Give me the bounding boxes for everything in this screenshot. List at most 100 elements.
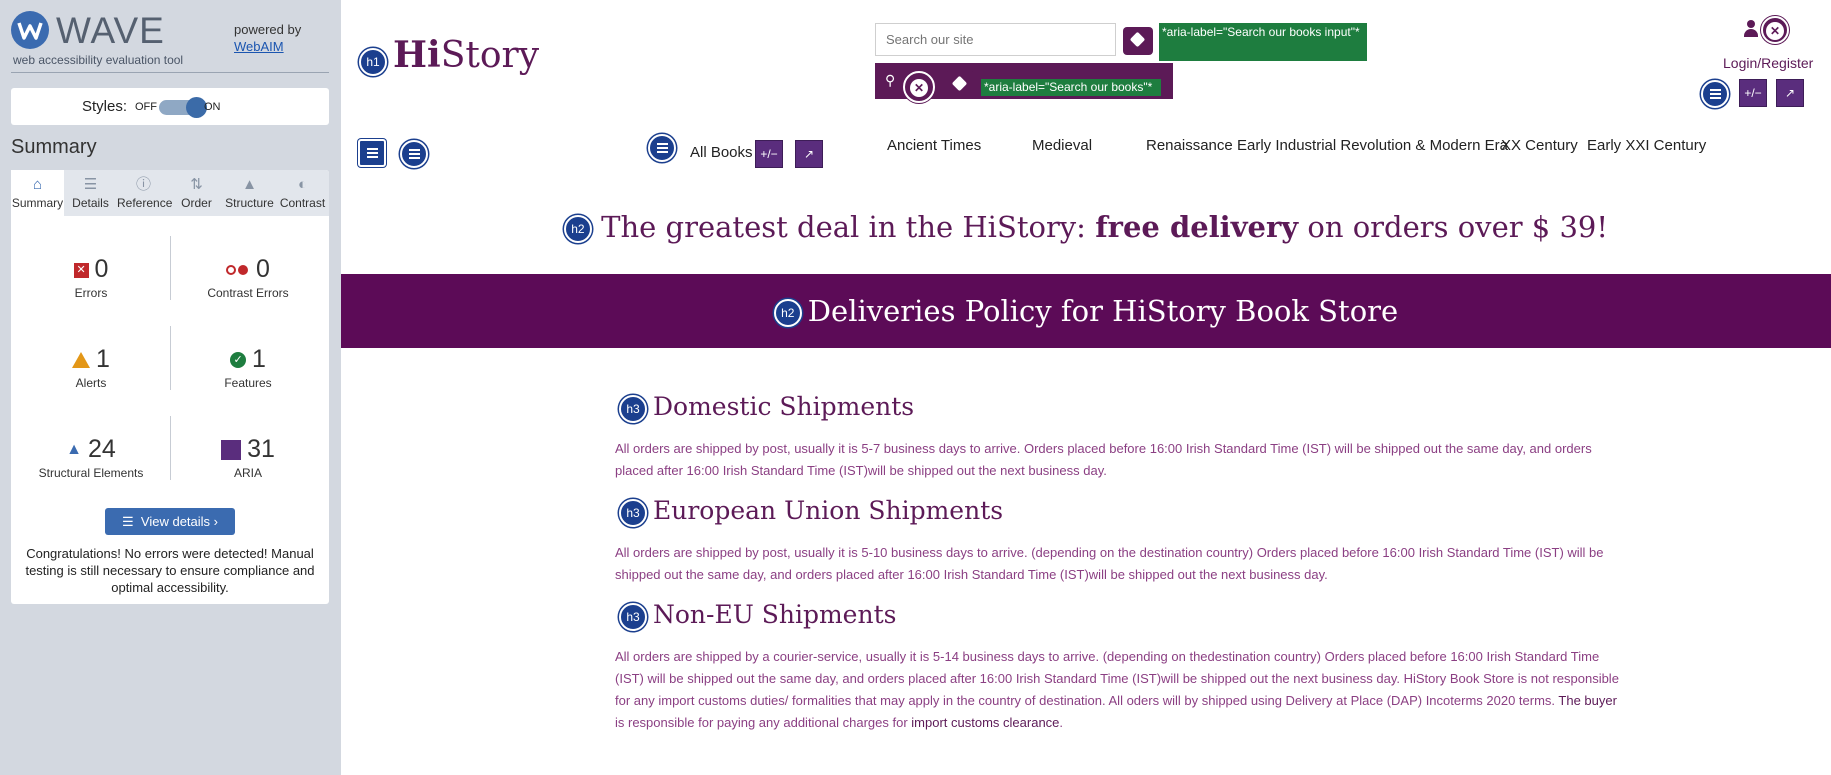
- alerts-label: Alerts: [75, 376, 107, 390]
- contrast-errors-label: Contrast Errors: [207, 286, 289, 300]
- wave-sidebar: WAVE web accessibility evaluation tool p…: [0, 0, 341, 775]
- error-close-icon: ✕: [903, 71, 935, 103]
- list-icon: [400, 140, 428, 168]
- metric-alerts: 1 Alerts: [21, 344, 161, 390]
- contrast-errors-count: 0: [256, 255, 270, 283]
- aria-label-annotation: *aria-label="Search our books input"*: [1159, 23, 1367, 61]
- tab-summary[interactable]: ⌂ Summary: [11, 170, 64, 216]
- view-details-button[interactable]: ☰ View details ›: [105, 508, 235, 535]
- webaim-link[interactable]: WebAIM: [234, 39, 284, 54]
- text-part: All orders are shipped by a courier-serv…: [615, 649, 1619, 708]
- section-heading-non-eu: h3 Non-EU Shipments: [619, 600, 896, 631]
- nav-renaissance[interactable]: Renaissance: [1146, 137, 1233, 154]
- view-details-label: View details ›: [140, 514, 218, 529]
- alert-icon: [72, 352, 91, 369]
- list-icon: [648, 134, 676, 162]
- search-input[interactable]: [875, 23, 1116, 56]
- divider: [170, 236, 171, 300]
- h1-badge-icon: h1: [359, 48, 387, 76]
- error-close-icon: ✕: [1761, 16, 1789, 44]
- wave-brand: WAVE: [56, 10, 165, 51]
- metric-aria: 31 ARIA: [173, 434, 323, 480]
- aria-label: ARIA: [233, 466, 262, 480]
- features-label: Features: [224, 376, 272, 390]
- policy-title: h2 Deliveries Policy for HiStory Book Sto…: [341, 294, 1831, 328]
- text-bold: import customs clearance: [911, 715, 1060, 730]
- contrast-error-icon: [226, 264, 250, 276]
- section-text-domestic: All orders are shipped by post, usually …: [615, 441, 1592, 478]
- h3-badge-icon: h3: [619, 498, 647, 527]
- aria-tag-icon: [1123, 27, 1153, 55]
- tab-contrast[interactable]: ◐ Contrast: [276, 170, 329, 216]
- errors-label: Errors: [74, 286, 108, 300]
- text-part: .: [1059, 715, 1064, 730]
- metric-errors: ✕ 0 Errors: [21, 254, 161, 300]
- section-title: European Union Shipments: [653, 496, 1004, 525]
- logo-story: Story: [440, 35, 540, 76]
- metric-structural: ▲ 24 Structural Elements: [21, 434, 161, 480]
- aria-label-annotation: *aria-label="Search our books"*: [981, 79, 1161, 96]
- tab-label: Contrast: [279, 196, 326, 210]
- styles-on-label: ON: [204, 101, 221, 113]
- promo-text-after: on orders over $ 39!: [1298, 210, 1609, 244]
- aria-count: 31: [247, 435, 275, 463]
- nav-medieval[interactable]: Medieval: [1032, 137, 1092, 154]
- section-title: Non-EU Shipments: [653, 600, 897, 629]
- tab-label: Details: [72, 196, 109, 210]
- aria-icon: [221, 440, 242, 461]
- section-heading-eu: h3 European Union Shipments: [619, 496, 1003, 527]
- aria-expand-icon: ↗: [1776, 79, 1804, 107]
- structural-label: Structural Elements: [38, 466, 144, 480]
- tab-details[interactable]: ☰ Details: [64, 170, 117, 216]
- h3-badge-icon: h3: [619, 394, 647, 423]
- home-icon: ⌂: [32, 176, 43, 193]
- text-part: is responsible for paying any additional…: [615, 715, 912, 730]
- tab-reference[interactable]: ⓘ Reference: [117, 170, 172, 216]
- policy-banner: h2 Deliveries Policy for HiStory Book Sto…: [341, 274, 1831, 348]
- congrats-message: Congratulations! No errors were detected…: [25, 546, 315, 595]
- errors-count: 0: [94, 255, 109, 283]
- search-icon: ⚲: [885, 72, 896, 88]
- aria-icon: +/−: [1739, 79, 1767, 107]
- styles-label: Styles:: [82, 98, 128, 115]
- metric-contrast-errors: 0 Contrast Errors: [173, 254, 323, 300]
- divider: [170, 326, 171, 390]
- summary-panel: ⌂ Summary ☰ Details ⓘ Reference ⇅ Order …: [11, 170, 329, 604]
- nav-xx-century[interactable]: XX Century: [1501, 137, 1578, 154]
- h2-badge-icon: h2: [773, 299, 802, 327]
- structure-icon: ▲: [66, 441, 83, 459]
- aria-expand-icon: ↗: [795, 140, 823, 168]
- h3-badge-icon: h3: [619, 602, 647, 631]
- promo-text-bold: free delivery: [1095, 210, 1299, 244]
- order-icon: ⇅: [190, 176, 203, 193]
- aria-tag-icon: [945, 71, 975, 99]
- section-title: Domestic Shipments: [653, 392, 915, 421]
- promo-text-before: The greatest deal in the HiStory:: [601, 210, 1096, 244]
- nav-early-xxi-century[interactable]: Early XXI Century: [1587, 137, 1706, 154]
- login-register-link[interactable]: Login/Register: [1723, 55, 1813, 71]
- features-count: 1: [252, 345, 266, 373]
- tab-label: Summary: [11, 196, 64, 210]
- nav-all-books[interactable]: All Books: [690, 144, 753, 161]
- nav-ancient-times[interactable]: Ancient Times: [887, 137, 981, 154]
- structural-count: 24: [88, 435, 116, 463]
- nav-early-industrial[interactable]: Early Industrial Revolution & Modern Era: [1237, 137, 1508, 154]
- text-bold: The buyer: [1558, 693, 1617, 708]
- menu-icon[interactable]: [358, 139, 386, 167]
- tab-structure[interactable]: ▲ Structure: [223, 170, 276, 216]
- metric-features: ✓ 1 Features: [173, 344, 323, 390]
- wave-logo-icon: [11, 11, 49, 49]
- tab-order[interactable]: ⇅ Order: [170, 170, 223, 216]
- tab-label: Structure: [225, 196, 274, 210]
- list-icon: [1701, 80, 1729, 108]
- site-logo[interactable]: HiStory: [393, 34, 539, 76]
- feature-check-icon: ✓: [230, 352, 247, 369]
- summary-title: Summary: [11, 136, 97, 158]
- details-list-icon: ☰: [83, 176, 98, 193]
- details-list-icon: ☰: [122, 514, 141, 529]
- user-icon[interactable]: [1744, 20, 1758, 38]
- info-icon: ⓘ: [135, 176, 151, 193]
- promo-heading: h2 The greatest deal in the HiStory: fre…: [341, 210, 1831, 244]
- alerts-count: 1: [96, 345, 110, 373]
- tab-label: Order: [181, 196, 212, 210]
